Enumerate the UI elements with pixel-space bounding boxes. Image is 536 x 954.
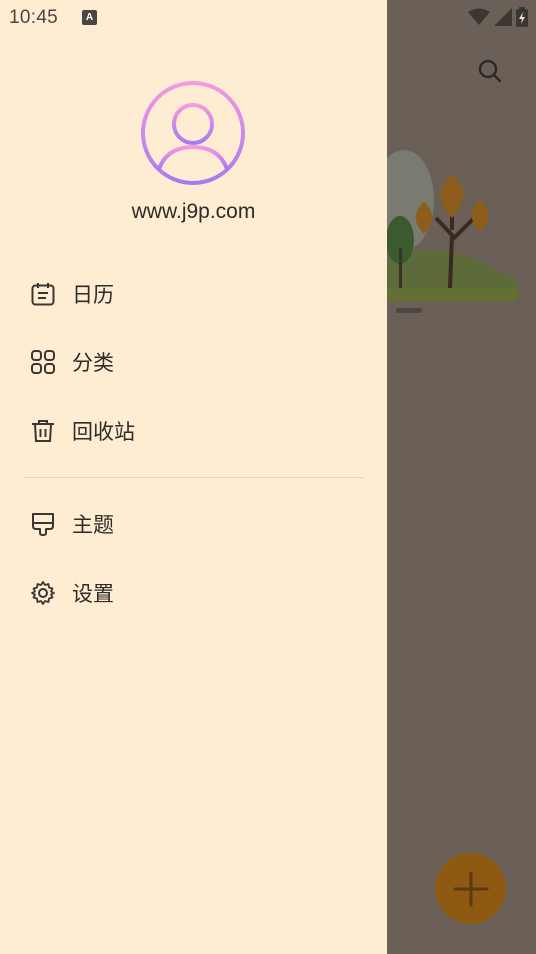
menu-item-label: 设置 [72, 583, 114, 606]
menu-item-label: 回收站 [72, 421, 135, 444]
menu-item-recycle-bin[interactable]: 回收站 [0, 403, 387, 459]
search-icon[interactable] [474, 55, 506, 87]
menu-divider [24, 477, 364, 478]
wifi-icon [468, 8, 490, 25]
user-avatar-icon[interactable] [140, 80, 246, 186]
add-icon [453, 871, 488, 906]
calendar-icon [30, 281, 56, 307]
status-bar: 10:45 A [0, 0, 536, 36]
menu-item-settings[interactable]: 设置 [0, 565, 387, 621]
profile-username[interactable]: www.j9p.com [0, 200, 387, 224]
settings-gear-icon [30, 580, 56, 606]
status-time: 10:45 [9, 7, 59, 28]
add-fab-button[interactable] [435, 853, 506, 924]
navigation-drawer: www.j9p.com 日历 分类 回收站 主题 设置 [0, 0, 387, 954]
status-icons [468, 7, 528, 27]
category-grid-icon [30, 349, 56, 375]
keyboard-a-icon: A [82, 10, 97, 25]
menu-item-label: 日历 [72, 284, 114, 307]
menu-item-label: 主题 [72, 514, 114, 537]
signal-icon [494, 8, 512, 26]
trash-icon [30, 418, 56, 444]
battery-charging-icon [516, 7, 528, 27]
menu-item-categories[interactable]: 分类 [0, 334, 387, 390]
tree-landscape-illustration [374, 140, 526, 320]
menu-item-label: 分类 [72, 352, 114, 375]
menu-item-calendar[interactable]: 日历 [0, 266, 387, 322]
menu-item-theme[interactable]: 主题 [0, 496, 387, 552]
theme-icon [30, 511, 56, 537]
